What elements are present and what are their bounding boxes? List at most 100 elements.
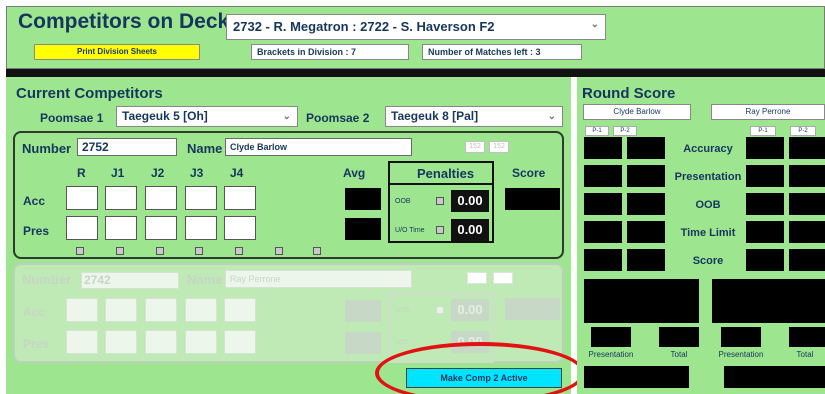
comp1-pres-j2[interactable] — [145, 216, 177, 240]
comp2-acc-j1[interactable] — [105, 298, 137, 322]
comp1-name-label: Name — [187, 141, 223, 156]
round-p2-right: P-2 — [790, 126, 816, 136]
current-competitors-title: Current Competitors — [16, 85, 163, 102]
comp2-uo-value: 0.00 — [451, 331, 489, 353]
score-label: Score — [512, 166, 546, 180]
round-row-accuracy: Accuracy — [683, 143, 733, 155]
comp1-pres-label: Pres — [23, 224, 50, 238]
comp2-uo-label: U/O — [395, 339, 408, 346]
comp1-pres-j1[interactable] — [105, 216, 137, 240]
poomsae1-value: Taegeuk 5 [Oh] — [122, 109, 208, 123]
comp2-name-field[interactable]: Ray Perrone — [225, 270, 412, 288]
comp1-checkbox-j5[interactable] — [275, 247, 283, 255]
comp1-checkbox-j1[interactable] — [116, 247, 124, 255]
comp2-oob-value: 0.00 — [451, 299, 489, 321]
comp1-oob-checkbox[interactable] — [436, 197, 444, 205]
comp1-oob-value: 0.00 — [451, 190, 489, 212]
comp2-oob-checkbox[interactable] — [436, 306, 444, 314]
comp2-pres-r[interactable] — [66, 330, 98, 354]
acc-p2-left — [627, 137, 665, 159]
brackets-in-division: Brackets in Division : 7 — [251, 44, 409, 60]
comp1-checkbox-j2[interactable] — [156, 247, 164, 255]
matches-left: Number of Matches left : 3 — [422, 44, 582, 60]
comp1-uo-checkbox[interactable] — [436, 226, 444, 234]
round-p1-left: P-1 — [585, 126, 609, 136]
print-division-sheets-button[interactable]: Print Division Sheets — [34, 44, 200, 60]
comp2-small-button-a[interactable] — [467, 272, 487, 284]
comp2-pres-j1[interactable] — [105, 330, 137, 354]
comp2-pres-j3[interactable] — [185, 330, 217, 354]
score-p1-left — [584, 249, 622, 271]
comp2-oob-label: OOB — [395, 307, 411, 314]
poomsae2-value: Taegeuk 8 [Pal] — [391, 109, 479, 123]
comp1-checkbox-j4[interactable] — [235, 247, 243, 255]
pres-p2-left — [627, 165, 665, 187]
comp1-uo-value: 0.00 — [451, 219, 489, 241]
comp2-pres-avg — [345, 332, 381, 354]
comp2-acc-j3[interactable] — [185, 298, 217, 322]
make-comp2-active-button[interactable]: Make Comp 2 Active — [406, 368, 562, 388]
comp2-pres-j4[interactable] — [224, 330, 256, 354]
deck-select[interactable]: 2732 - R. Megatron : 2722 - S. Haverson … — [226, 14, 606, 40]
comp1-acc-j2[interactable] — [145, 186, 177, 210]
comp1-pres-j4[interactable] — [224, 216, 256, 240]
comp1-checkbox-j6[interactable] — [313, 247, 321, 255]
oob-p2-left — [627, 193, 665, 215]
foot-pres-right — [721, 327, 761, 347]
comp1-pres-r[interactable] — [66, 216, 98, 240]
comp2-acc-label: Acc — [23, 305, 46, 319]
comp1-name-field[interactable]: Clyde Barlow — [225, 138, 412, 156]
comp1-acc-j3[interactable] — [185, 186, 217, 210]
round-p1-right: P-1 — [750, 126, 776, 136]
time-p2-right — [789, 221, 825, 243]
comp2-acc-r[interactable] — [66, 298, 98, 322]
comp1-number-field[interactable]: 2752 — [77, 138, 177, 156]
comp1-checkbox-j3[interactable] — [195, 247, 203, 255]
pres-p2-right — [789, 165, 825, 187]
col-j2: J2 — [151, 166, 165, 180]
round-row-oob: OOB — [695, 199, 721, 211]
chevron-down-icon: ⌄ — [590, 19, 599, 30]
oob-p1-left — [584, 193, 622, 215]
comp2-acc-j2[interactable] — [145, 298, 177, 322]
comp2-acc-j4[interactable] — [224, 298, 256, 322]
round-score-title: Round Score — [582, 85, 676, 102]
poomsae1-select[interactable]: Taegeuk 5 [Oh] ⌄ — [116, 106, 298, 127]
comp2-number-label: Number — [22, 272, 72, 287]
chevron-down-icon: ⌄ — [282, 111, 291, 122]
comp2-number-field[interactable]: 2742 — [81, 272, 179, 289]
deck-title: Competitors on Deck: — [18, 10, 237, 33]
comp2-name-label: Name — [187, 272, 223, 287]
comp1-acc-r[interactable] — [66, 186, 98, 210]
time-p2-left — [627, 221, 665, 243]
comp1-acc-j4[interactable] — [224, 186, 256, 210]
comp1-pres-avg — [345, 218, 381, 240]
pres-p1-right — [746, 165, 784, 187]
round-name-1: Clyde Barlow — [583, 104, 691, 120]
comp1-pres-j3[interactable] — [185, 216, 217, 240]
foot-total-right-label: Total — [796, 350, 814, 359]
comp2-pres-label: Pres — [23, 337, 50, 351]
divider-bar — [6, 69, 825, 77]
score-p2-left — [627, 249, 665, 271]
acc-p1-left — [584, 137, 622, 159]
oob-p2-right — [789, 193, 825, 215]
comp1-small-button-a[interactable]: 152 — [465, 141, 485, 153]
poomsae2-select[interactable]: Taegeuk 8 [Pal] ⌄ — [385, 106, 563, 127]
comp1-number-label: Number — [22, 141, 72, 156]
round-row-presentation: Presentation — [674, 171, 742, 183]
comp1-oob-label: OOB — [395, 198, 411, 205]
penalties-divider — [390, 183, 492, 185]
comp1-checkbox-r[interactable] — [76, 247, 84, 255]
comp1-acc-label: Acc — [23, 194, 46, 208]
comp2-small-button-b[interactable] — [493, 272, 513, 284]
foot-presentation-left: Presentation — [588, 350, 634, 359]
col-j1: J1 — [111, 166, 125, 180]
acc-p2-right — [789, 137, 825, 159]
foot-pres-left — [591, 327, 631, 347]
comp1-small-button-b[interactable]: 152 — [489, 141, 509, 153]
comp1-acc-avg — [345, 188, 381, 210]
comp1-acc-j1[interactable] — [105, 186, 137, 210]
comp2-pres-j2[interactable] — [145, 330, 177, 354]
foot-total-right — [789, 327, 825, 347]
